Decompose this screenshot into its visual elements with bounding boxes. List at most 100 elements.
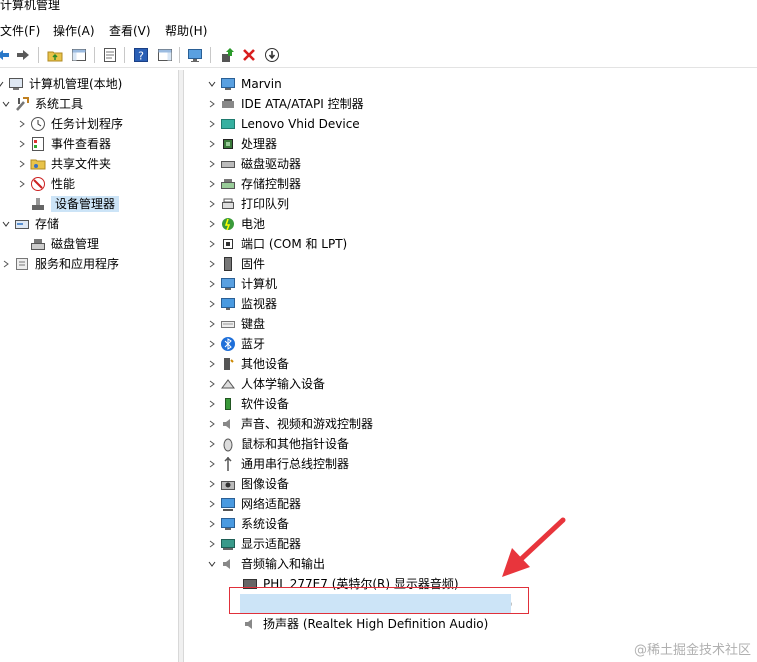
tree-node-disk-management[interactable]: 磁盘管理 <box>16 234 99 254</box>
menu-view[interactable]: 查看(V) <box>109 22 151 39</box>
tree-node-performance[interactable]: 性能 <box>16 174 75 194</box>
other-devices-icon <box>220 356 236 372</box>
chevron-down-icon[interactable] <box>206 558 218 570</box>
device-category-11[interactable]: 监视器 <box>206 294 277 314</box>
tree-label: 存储 <box>35 217 60 231</box>
update-driver-icon[interactable] <box>218 46 236 64</box>
toolbar-divider <box>38 47 39 63</box>
svg-text:?: ? <box>138 50 144 63</box>
tree-node-services-applications[interactable]: 服务和应用程序 <box>0 254 119 274</box>
chevron-right-icon[interactable] <box>16 178 28 190</box>
device-category-20[interactable]: 图像设备 <box>206 474 289 494</box>
device-category-3[interactable]: 处理器 <box>206 134 277 154</box>
chevron-right-icon[interactable] <box>16 158 28 170</box>
tree-node-device-manager[interactable]: 设备管理器 <box>16 194 120 214</box>
chevron-right-icon[interactable] <box>206 138 218 150</box>
device-category-audio[interactable]: 音频输入和输出 <box>206 554 325 574</box>
chevron-right-icon[interactable] <box>206 538 218 550</box>
device-category-12[interactable]: 键盘 <box>206 314 265 334</box>
menu-bar: 文件(F) 操作(A) 查看(V) 帮助(H) <box>0 18 757 40</box>
device-label: 声音、视频和游戏控制器 <box>241 417 374 431</box>
tree-node-event-viewer[interactable]: 事件查看器 <box>16 134 111 154</box>
device-category-23[interactable]: 显示适配器 <box>206 534 301 554</box>
chevron-right-icon[interactable] <box>206 398 218 410</box>
audio-io-icon <box>220 556 236 572</box>
tree-node-storage[interactable]: 存储 <box>0 214 59 234</box>
chevron-down-icon[interactable] <box>206 78 218 90</box>
device-category-22[interactable]: 系统设备 <box>206 514 289 534</box>
device-label: 软件设备 <box>241 397 290 411</box>
device-category-7[interactable]: 电池 <box>206 214 265 234</box>
menu-action[interactable]: 操作(A) <box>53 22 95 39</box>
device-category-16[interactable]: 软件设备 <box>206 394 289 414</box>
tree-node-task-scheduler[interactable]: 任务计划程序 <box>16 114 123 134</box>
tree-node-system-tools[interactable]: 系统工具 <box>0 94 83 114</box>
chevron-right-icon[interactable] <box>206 338 218 350</box>
device-category-15[interactable]: 人体学输入设备 <box>206 374 325 394</box>
chevron-right-icon[interactable] <box>206 218 218 230</box>
forward-icon[interactable] <box>14 46 32 64</box>
chevron-down-icon[interactable] <box>0 218 12 230</box>
device-root-computer[interactable]: Marvin <box>206 74 282 94</box>
chevron-right-icon[interactable] <box>206 178 218 190</box>
chevron-right-icon[interactable] <box>0 258 12 270</box>
chevron-right-icon[interactable] <box>206 438 218 450</box>
device-category-4[interactable]: 磁盘驱动器 <box>206 154 301 174</box>
uninstall-device-icon[interactable] <box>240 46 258 64</box>
up-folder-icon[interactable] <box>46 46 64 64</box>
chevron-right-icon[interactable] <box>206 518 218 530</box>
device-label: 通用串行总线控制器 <box>241 457 350 471</box>
show-hide-action-pane-icon[interactable] <box>156 46 174 64</box>
device-category-19[interactable]: 通用串行总线控制器 <box>206 454 349 474</box>
device-category-6[interactable]: 打印队列 <box>206 194 289 214</box>
chevron-right-icon[interactable] <box>16 118 28 130</box>
device-category-10[interactable]: 计算机 <box>206 274 277 294</box>
device-category-14[interactable]: 其他设备 <box>206 354 289 374</box>
tree-node-computer-management[interactable]: 计算机管理(本地) <box>0 74 122 94</box>
chevron-down-icon[interactable] <box>0 98 12 110</box>
device-category-2[interactable]: Lenovo Vhid Device <box>206 114 360 134</box>
chevron-right-icon[interactable] <box>206 478 218 490</box>
menu-file[interactable]: 文件(F) <box>0 22 40 39</box>
device-label: 键盘 <box>241 317 266 331</box>
chevron-right-icon[interactable] <box>206 318 218 330</box>
computer-management-icon <box>8 76 24 92</box>
chevron-right-icon[interactable] <box>206 498 218 510</box>
device-category-13[interactable]: 蓝牙 <box>206 334 265 354</box>
device-category-1[interactable]: IDE ATA/ATAPI 控制器 <box>206 94 364 114</box>
device-category-21[interactable]: 网络适配器 <box>206 494 301 514</box>
scan-hardware-icon[interactable] <box>186 46 204 64</box>
chevron-right-icon[interactable] <box>206 158 218 170</box>
chevron-right-icon[interactable] <box>206 258 218 270</box>
tree-node-shared-folders[interactable]: 共享文件夹 <box>16 154 111 174</box>
properties-icon[interactable] <box>101 46 119 64</box>
device-category-8[interactable]: 端口 (COM 和 LPT) <box>206 234 347 254</box>
chevron-right-icon[interactable] <box>206 458 218 470</box>
device-category-5[interactable]: 存储控制器 <box>206 174 301 194</box>
help-icon[interactable]: ? <box>132 46 150 64</box>
chevron-right-icon[interactable] <box>206 118 218 130</box>
chevron-down-icon[interactable] <box>0 78 6 90</box>
ide-controller-icon <box>220 96 236 112</box>
menu-help[interactable]: 帮助(H) <box>165 22 207 39</box>
disable-device-icon[interactable] <box>263 46 281 64</box>
storage-icon <box>14 216 30 232</box>
chevron-right-icon[interactable] <box>206 298 218 310</box>
processor-icon <box>220 136 236 152</box>
chevron-right-icon[interactable] <box>206 98 218 110</box>
device-category-18[interactable]: 鼠标和其他指针设备 <box>206 434 349 454</box>
chevron-right-icon[interactable] <box>16 138 28 150</box>
console-tree-icon[interactable] <box>70 46 88 64</box>
chevron-right-icon[interactable] <box>206 238 218 250</box>
disk-drive-icon <box>220 156 236 172</box>
disk-management-icon <box>30 236 46 252</box>
audio-device-3[interactable]: 扬声器 (Realtek High Definition Audio) <box>242 614 488 634</box>
chevron-right-icon[interactable] <box>206 418 218 430</box>
device-category-17[interactable]: 声音、视频和游戏控制器 <box>206 414 373 434</box>
device-category-9[interactable]: 固件 <box>206 254 265 274</box>
chevron-right-icon[interactable] <box>206 278 218 290</box>
chevron-right-icon[interactable] <box>206 378 218 390</box>
back-icon[interactable] <box>0 46 12 64</box>
chevron-right-icon[interactable] <box>206 198 218 210</box>
chevron-right-icon[interactable] <box>206 358 218 370</box>
